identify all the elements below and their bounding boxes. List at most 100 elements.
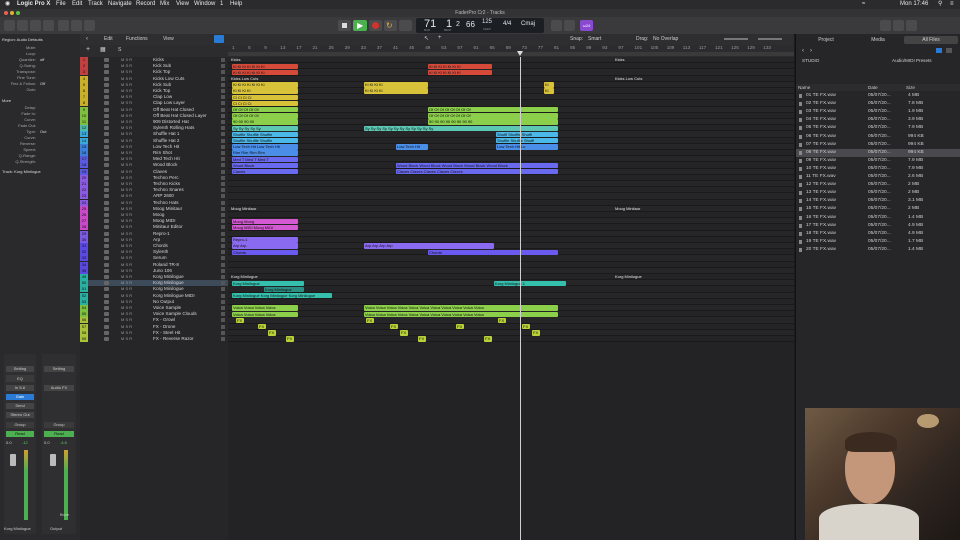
mute-solo-record-buttons[interactable]: M S R xyxy=(121,336,132,342)
region[interactable]: Voica Voica Voica Voica xyxy=(232,305,298,311)
mute-solo-record-buttons[interactable]: M S R xyxy=(121,193,132,199)
traffic-zoom-icon[interactable] xyxy=(16,11,20,15)
region[interactable]: Claves Claves Claves Claves Claves xyxy=(396,168,558,175)
automation-read-2[interactable]: Read xyxy=(44,431,74,437)
mute-solo-record-buttons[interactable]: M S R xyxy=(121,212,132,218)
menu-file[interactable]: File xyxy=(56,0,66,9)
mute-solo-record-buttons[interactable]: M S R xyxy=(121,299,132,305)
region[interactable]: Sy Sy Sy Sy Sy Sy Sy Sy Sy Sy Sy Sy xyxy=(364,125,558,131)
track-name[interactable]: ARP 2600 xyxy=(153,193,174,199)
functions-menu[interactable]: Functions xyxy=(126,36,148,42)
back-icon[interactable]: ‹ xyxy=(86,36,88,42)
track-name[interactable]: Wood Block xyxy=(153,162,177,168)
pointer-tool-icon[interactable]: ↖ xyxy=(424,35,429,42)
track-name[interactable]: FX - Reverse Razor xyxy=(153,336,194,342)
track-volume-icon[interactable] xyxy=(221,225,225,230)
mute-solo-record-buttons[interactable]: M S R xyxy=(121,218,132,224)
track-volume-icon[interactable] xyxy=(221,200,225,205)
track-volume-icon[interactable] xyxy=(221,144,225,149)
track-name[interactable]: Med Tech Hit xyxy=(153,156,180,162)
track-volume-icon[interactable] xyxy=(221,182,225,186)
track-volume-icon[interactable] xyxy=(221,64,225,69)
region[interactable]: Of Of Of Of Of Of Of Of xyxy=(428,113,558,119)
region[interactable]: Ki Ki Ki Ki xyxy=(364,88,428,94)
tuner-button[interactable] xyxy=(399,20,412,31)
track-name[interactable]: Chords xyxy=(153,243,168,249)
file-row[interactable]: 17 TE FX.wav 05/07/20... 4.9 MB xyxy=(796,222,960,230)
volume-fader-1[interactable] xyxy=(10,454,16,466)
region[interactable]: Voica Voica Voica Voica Voica Voica Voic… xyxy=(364,305,558,311)
track-name[interactable]: Sylenth xyxy=(153,249,168,255)
track-name[interactable]: FX - Steel Hit xyxy=(153,330,180,336)
track-name[interactable]: Serum xyxy=(153,255,167,261)
tracks-area[interactable]: Kicks Kicks Kicks Low Cuts Kicks Low Cuts Mo… xyxy=(228,57,794,540)
folder-region[interactable]: Kicks Low Cuts xyxy=(230,76,330,82)
track-volume-icon[interactable] xyxy=(221,194,225,199)
tab-all-files[interactable]: All Files xyxy=(904,36,958,44)
back-nav-icon[interactable]: ‹ xyxy=(802,48,804,54)
region[interactable]: FX xyxy=(498,317,506,324)
track-volume-icon[interactable] xyxy=(221,76,225,81)
region[interactable]: FX xyxy=(532,330,540,336)
mute-solo-record-buttons[interactable]: M S R xyxy=(121,156,132,162)
mute-solo-record-buttons[interactable]: M S R xyxy=(121,268,132,274)
browser-button[interactable] xyxy=(906,20,917,31)
track-volume-icon[interactable] xyxy=(221,250,225,255)
mute-solo-record-buttons[interactable]: M S R xyxy=(121,113,132,119)
track-name[interactable]: Sylenth Rolling Hats xyxy=(153,125,194,131)
region[interactable]: Ki xyxy=(544,82,554,88)
track-volume-icon[interactable] xyxy=(221,268,225,273)
track-name[interactable]: Rim Shot xyxy=(153,150,172,156)
mute-solo-record-buttons[interactable]: M S R xyxy=(121,187,132,193)
mute-solo-record-buttons[interactable]: M S R xyxy=(121,76,132,82)
track-volume-icon[interactable] xyxy=(221,318,225,323)
file-row[interactable]: 13 TE FX.wav 05/07/20... 2 MB xyxy=(796,189,960,197)
catch-icon[interactable] xyxy=(214,35,224,43)
lcd-display[interactable]: 71 1 2 66 BAR BEAT 125 KEEP 4/4 Cmaj xyxy=(416,18,544,33)
inspector-param[interactable]: Delay: xyxy=(2,105,78,110)
drag-select[interactable]: No Overlap xyxy=(653,36,678,42)
track-volume-icon[interactable] xyxy=(221,237,225,242)
inspector-param[interactable]: Fade In: xyxy=(2,111,78,116)
region[interactable]: Korg Minilogue xyxy=(232,280,304,286)
playhead[interactable] xyxy=(520,57,521,540)
region[interactable]: Korg Minilogue.1 xyxy=(494,280,566,286)
mute-solo-record-buttons[interactable]: M S R xyxy=(121,311,132,317)
track-name[interactable]: Voice Sample xyxy=(153,305,181,311)
count-in-button[interactable] xyxy=(564,20,575,31)
file-row[interactable]: 20 TE FX.wav 05/07/20... 1.4 MB xyxy=(796,246,960,254)
track-volume-icon[interactable] xyxy=(221,58,225,62)
inspector-param[interactable]: Gain: xyxy=(2,87,78,92)
track-name[interactable]: Roland TR-8 xyxy=(153,262,179,268)
region[interactable]: Low Tech Hit Low Tech Hit xyxy=(232,144,298,150)
region[interactable]: Ki Ki Ki Ki Ki Ki Ki xyxy=(232,69,298,76)
input-slot-1[interactable]: In 5-6 xyxy=(6,385,34,391)
region[interactable]: FX xyxy=(268,330,276,336)
mute-solo-record-buttons[interactable]: M S R xyxy=(121,200,132,206)
mute-solo-record-buttons[interactable]: M S R xyxy=(121,57,132,63)
track-volume-icon[interactable] xyxy=(221,175,225,180)
region[interactable]: Wood Block xyxy=(232,162,298,169)
automation-read-1[interactable]: Read xyxy=(6,431,34,437)
track-volume-icon[interactable] xyxy=(221,293,225,298)
mute-solo-record-buttons[interactable]: M S R xyxy=(121,231,132,237)
inspector-param[interactable]: Flex & Follow: Off xyxy=(2,81,78,86)
mute-solo-record-buttons[interactable]: M S R xyxy=(121,243,132,249)
track-name[interactable]: 909 Distorted Hat xyxy=(153,119,189,125)
region[interactable]: FX xyxy=(236,317,244,324)
more-section-header[interactable]: More xyxy=(2,98,78,103)
file-row[interactable]: 11 TE FX.wav 05/07/20... 2.6 MB xyxy=(796,173,960,181)
col-date[interactable]: Date xyxy=(868,84,878,91)
file-row[interactable]: 12 TE FX.wav 05/07/20... 2 MB xyxy=(796,181,960,189)
file-row[interactable]: 19 TE FX.wav 05/07/20... 1.7 MB xyxy=(796,238,960,246)
lcd-key[interactable]: Cmaj xyxy=(521,21,535,27)
send-slot-1[interactable]: Send xyxy=(6,403,34,409)
inspector-param[interactable]: Transpose: xyxy=(2,69,78,74)
mute-solo-record-buttons[interactable]: M S R xyxy=(121,138,132,144)
region[interactable]: Chords xyxy=(428,249,558,255)
mute-solo-record-buttons[interactable]: M S R xyxy=(121,317,132,323)
region[interactable]: Low Tech Hit Lo xyxy=(496,144,558,150)
track-name[interactable]: Kicks Low Cuts xyxy=(153,76,184,82)
toolbar-button[interactable] xyxy=(43,20,54,31)
track-name[interactable]: Kick Sub xyxy=(153,63,171,69)
